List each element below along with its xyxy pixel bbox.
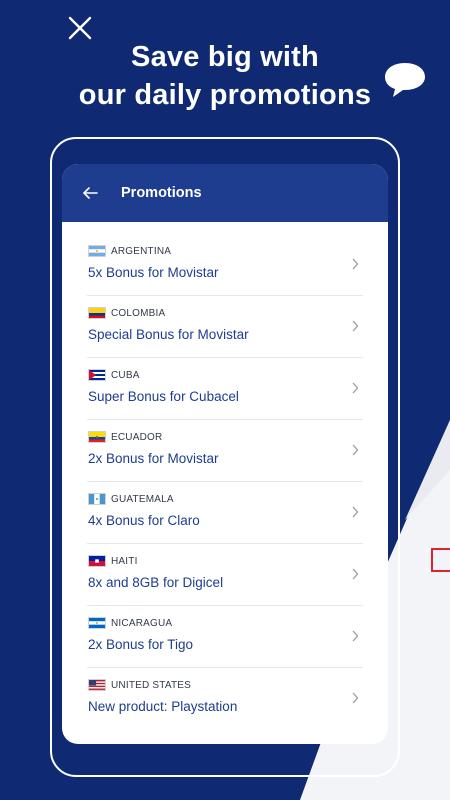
chevron-right-icon (352, 506, 359, 518)
country-name: UNITED STATES (111, 679, 192, 691)
promotions-list: ARGENTINA 5x Bonus for Movistar COLOMBIA… (62, 222, 388, 730)
promotion-title: 8x and 8GB for Digicel (88, 575, 224, 590)
country-name: HAITI (111, 555, 138, 567)
promotion-title: Super Bonus for Cubacel (88, 389, 239, 404)
chat-button[interactable] (382, 60, 428, 100)
promotion-item-argentina[interactable]: ARGENTINA 5x Bonus for Movistar (87, 234, 363, 296)
country-name: NICARAGUA (111, 617, 173, 629)
promotion-title: 2x Bonus for Movistar (88, 451, 219, 466)
country-row: GUATEMALA (88, 492, 174, 506)
country-name: ARGENTINA (111, 245, 172, 257)
chat-bubble-icon (385, 63, 425, 97)
app-header: Promotions (62, 164, 388, 222)
promotion-item-cuba[interactable]: CUBA Super Bonus for Cubacel (87, 358, 363, 420)
chevron-right-icon (352, 258, 359, 270)
promotion-title: 4x Bonus for Claro (88, 513, 200, 528)
arrow-left-icon (83, 187, 98, 199)
promotion-title: New product: Playstation (88, 699, 238, 714)
promotion-item-guatemala[interactable]: GUATEMALA 4x Bonus for Claro (87, 482, 363, 544)
country-row: ECUADOR (88, 430, 162, 444)
country-name: ECUADOR (111, 431, 163, 443)
ecuador-flag-icon (88, 431, 106, 443)
country-row: HAITI (88, 554, 138, 568)
united-states-flag-icon (88, 679, 106, 691)
argentina-flag-icon (88, 245, 106, 257)
country-row: NICARAGUA (88, 616, 172, 630)
promotion-item-colombia[interactable]: COLOMBIA Special Bonus for Movistar (87, 296, 363, 358)
promotion-item-ecuador[interactable]: ECUADOR 2x Bonus for Movistar (87, 420, 363, 482)
promotion-item-haiti[interactable]: HAITI 8x and 8GB for Digicel (87, 544, 363, 606)
chevron-right-icon (352, 444, 359, 456)
app-screen: Promotions ARGENTINA 5x Bonus for Movist… (62, 164, 388, 744)
back-button[interactable] (82, 185, 98, 201)
promotion-title: Special Bonus for Movistar (88, 327, 249, 342)
page-title: Promotions (121, 185, 202, 201)
country-name: COLOMBIA (111, 307, 166, 319)
cuba-flag-icon (88, 369, 106, 381)
country-name: GUATEMALA (111, 493, 174, 505)
promotion-title: 2x Bonus for Tigo (88, 637, 194, 652)
guatemala-flag-icon (88, 493, 106, 505)
country-row: CUBA (88, 368, 140, 382)
country-row: UNITED STATES (88, 678, 191, 692)
country-row: COLOMBIA (88, 306, 165, 320)
country-name: CUBA (111, 369, 140, 381)
colombia-flag-icon (88, 307, 106, 319)
country-row: ARGENTINA (88, 244, 171, 258)
chevron-right-icon (352, 630, 359, 642)
promotion-title: 5x Bonus for Movistar (88, 265, 219, 280)
promotion-item-united-states[interactable]: UNITED STATES New product: Playstation (87, 668, 363, 730)
promotion-item-nicaragua[interactable]: NICARAGUA 2x Bonus for Tigo (87, 606, 363, 668)
chevron-right-icon (352, 320, 359, 332)
decorative-red-square (431, 548, 450, 572)
chevron-right-icon (352, 382, 359, 394)
haiti-flag-icon (88, 555, 106, 567)
chevron-right-icon (352, 692, 359, 704)
nicaragua-flag-icon (88, 617, 106, 629)
chevron-right-icon (352, 568, 359, 580)
